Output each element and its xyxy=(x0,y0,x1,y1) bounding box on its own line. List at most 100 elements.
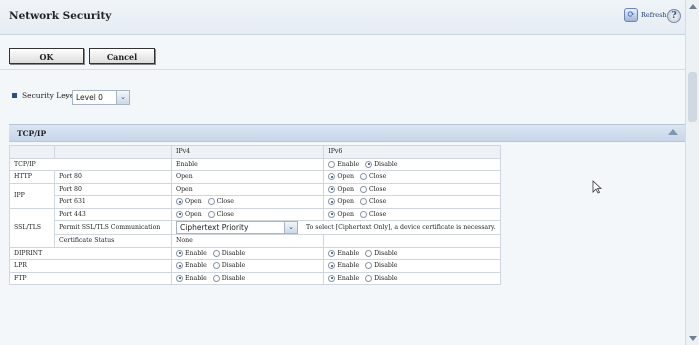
tcpip-section-header[interactable]: TCP/IP xyxy=(9,124,685,142)
section-title: TCP/IP xyxy=(17,129,47,138)
table-row: TCP/IP Enable Enable Disable xyxy=(9,157,501,171)
radio-close[interactable] xyxy=(207,198,215,206)
radio-disable[interactable] xyxy=(365,249,373,257)
radio-open[interactable] xyxy=(176,210,183,218)
refresh-icon: ⟳ xyxy=(624,8,638,22)
radio-enable[interactable] xyxy=(176,249,183,257)
radio-label: Enable xyxy=(185,274,207,282)
table-row: HTTP Port 80 Open Open Close xyxy=(9,170,501,184)
security-level-value: Level 0 xyxy=(76,93,103,102)
port-label: Port 443 xyxy=(54,207,172,221)
mouse-pointer-icon xyxy=(592,180,602,194)
radio-disable[interactable] xyxy=(212,274,220,282)
radio-enable[interactable] xyxy=(328,274,336,282)
radio-label: Enable xyxy=(185,249,207,257)
radio-close[interactable] xyxy=(359,210,367,218)
radio-enable[interactable] xyxy=(176,274,183,282)
radio-close[interactable] xyxy=(359,185,367,193)
table-row: FTP Enable Disable Enable Disable xyxy=(9,271,501,285)
radio-open[interactable] xyxy=(328,173,336,181)
radio-label: Open xyxy=(185,210,202,218)
radio-label: Close xyxy=(216,210,234,218)
table-row: SSL/TLS Port 443 Open Close Open Close xyxy=(9,207,501,248)
port-label: Port 80 xyxy=(54,170,172,184)
radio-enable[interactable] xyxy=(328,249,336,257)
row-label: FTP xyxy=(9,271,172,285)
radio-label: Disable xyxy=(374,160,398,168)
radio-label: Disable xyxy=(221,262,246,270)
scroll-thumb[interactable] xyxy=(688,72,697,122)
col-ipv4: IPv4 xyxy=(170,145,325,159)
page: Network Security ⟳ Refresh ? OK Cancel S… xyxy=(0,0,685,345)
cancel-button[interactable]: Cancel xyxy=(89,48,155,64)
security-level-select[interactable]: Level 0 ⌄ xyxy=(72,90,130,105)
refresh-button[interactable]: ⟳ Refresh xyxy=(624,8,667,22)
radio-label: Disable xyxy=(221,274,246,282)
radio-open[interactable] xyxy=(328,185,336,193)
radio-label: Close xyxy=(216,198,234,206)
row-label: LPR xyxy=(9,259,172,273)
table-header-row: IPv4 IPv6 xyxy=(9,145,501,159)
radio-label: Enable xyxy=(337,160,360,168)
table-row: IPP Port 80 Open Open Close xyxy=(9,182,501,209)
radio-disable[interactable] xyxy=(212,262,220,270)
radio-close[interactable] xyxy=(359,173,367,181)
row-label: TCP/IP xyxy=(9,157,172,171)
page-header: Network Security ⟳ Refresh ? xyxy=(0,0,685,35)
cipher-note: To select [Ciphertext Only], a device ce… xyxy=(305,224,496,231)
cipher-select[interactable]: Ciphertext Priority ⌄ xyxy=(176,221,298,234)
radio-close[interactable] xyxy=(207,210,215,218)
help-icon[interactable]: ? xyxy=(667,9,681,23)
ipv4-value: Open xyxy=(170,170,325,184)
radio-label: Disable xyxy=(374,274,398,282)
row-label: SSL/TLS xyxy=(9,207,55,248)
table-row: LPR Enable Disable Enable Disable xyxy=(9,259,501,273)
radio-label: Open xyxy=(337,185,354,193)
radio-label: Disable xyxy=(374,262,398,270)
radio-disable[interactable] xyxy=(365,160,373,168)
radio-enable[interactable] xyxy=(176,262,183,270)
radio-label: Disable xyxy=(221,249,246,257)
radio-label: Open xyxy=(337,210,354,218)
radio-enable[interactable] xyxy=(328,262,336,270)
radio-label: Enable xyxy=(185,262,207,270)
radio-label: Close xyxy=(368,198,387,206)
table-row: Permit SSL/TLS Communication Ciphertext … xyxy=(10,220,501,235)
radio-disable[interactable] xyxy=(365,274,373,282)
port-label: Port 631 xyxy=(54,195,172,209)
cipher-value: Ciphertext Priority xyxy=(180,223,249,232)
scroll-up-icon[interactable] xyxy=(689,4,697,9)
refresh-label: Refresh xyxy=(641,11,667,19)
row-label: DIPRINT xyxy=(9,246,172,260)
collapse-up-icon[interactable] xyxy=(668,129,678,135)
radio-enable[interactable] xyxy=(328,160,336,168)
bullet-icon xyxy=(12,93,17,98)
ok-button[interactable]: OK xyxy=(9,48,84,64)
radio-label: Enable xyxy=(337,249,360,257)
chevron-down-icon: ⌄ xyxy=(284,222,297,233)
ipv4-value: Open xyxy=(170,182,325,196)
radio-label: Enable xyxy=(337,262,360,270)
radio-disable[interactable] xyxy=(212,249,220,257)
radio-open[interactable] xyxy=(328,210,336,218)
radio-label: Open xyxy=(337,198,354,206)
page-title: Network Security xyxy=(9,10,112,22)
radio-label: Close xyxy=(368,185,387,193)
radio-open[interactable] xyxy=(328,198,336,206)
radio-label: Open xyxy=(185,198,202,206)
radio-label: Open xyxy=(337,173,354,181)
row-label: HTTP xyxy=(9,170,55,184)
scroll-down-icon[interactable] xyxy=(689,336,697,341)
radio-label: Close xyxy=(368,210,387,218)
security-level-label: Security Level xyxy=(22,91,77,100)
radio-open[interactable] xyxy=(176,198,183,206)
radio-label: Close xyxy=(368,173,387,181)
chevron-down-icon: ⌄ xyxy=(116,91,129,104)
vertical-scrollbar[interactable] xyxy=(685,0,699,345)
radio-close[interactable] xyxy=(359,198,367,206)
radio-disable[interactable] xyxy=(365,262,373,270)
row-label: IPP xyxy=(9,182,55,209)
table-row: Port 631 Open Close Open Close xyxy=(10,195,501,209)
ipv4-value: Enable xyxy=(170,157,325,171)
tcpip-settings-table: IPv4 IPv6 TCP/IP Enable Enable Disable H… xyxy=(9,145,501,285)
